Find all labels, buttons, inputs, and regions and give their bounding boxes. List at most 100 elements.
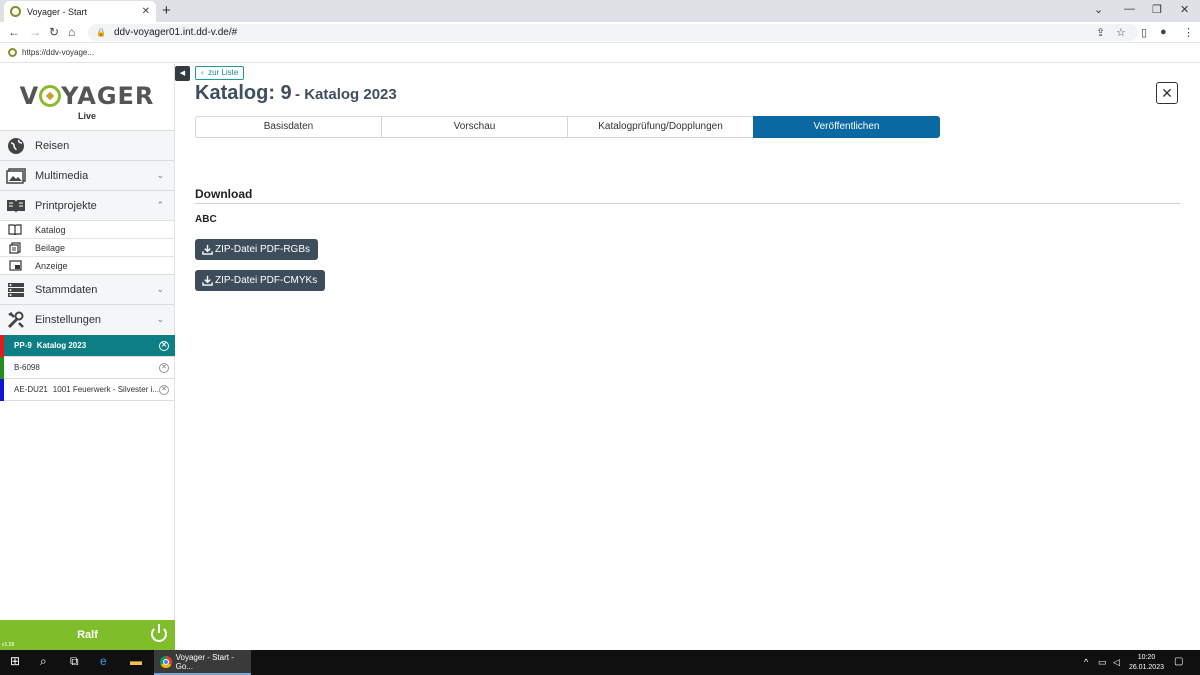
notification-icon[interactable]: ▢ xyxy=(1174,656,1183,667)
taskbar: ⊞ ⌕ ⧉ e ▬ Voyager - Start - Go... ^ ▭ ◁ … xyxy=(0,650,1200,675)
browser-tab-strip: Voyager - Start ✕ + ⌄ — ❐ ✕ xyxy=(0,0,1200,22)
back-to-list-label: zur Liste xyxy=(208,68,239,77)
sidebar-item-label: Reisen xyxy=(35,139,70,152)
sidebar-subitem-label: Anzeige xyxy=(35,260,68,271)
forward-arrow-icon[interactable]: → xyxy=(29,25,41,39)
page-title: Katalog: 9 - Katalog 2023 xyxy=(195,82,397,105)
open-item-code: B-6098 xyxy=(14,363,40,372)
sidebar-item-multimedia[interactable]: Multimedia ⌄ xyxy=(0,160,174,190)
url-field[interactable]: 🔒 ddv-voyager01.int.dd-v.de/# xyxy=(88,24,1138,41)
download-heading: Download xyxy=(195,187,1180,204)
tools-icon xyxy=(6,311,26,329)
minimize-icon[interactable]: — xyxy=(1124,3,1135,15)
version-label: v1.58 xyxy=(2,642,15,648)
chevron-down-icon: ⌄ xyxy=(156,170,164,180)
globe-icon xyxy=(6,137,26,155)
sidebar: V YAGER Live Reisen Multimedia ⌄ Printpro… xyxy=(0,64,175,650)
logo-subtitle: Live xyxy=(77,111,96,121)
side-panel-icon[interactable]: ▯ xyxy=(1141,26,1147,39)
lock-icon: 🔒 xyxy=(96,28,106,37)
database-icon xyxy=(6,281,26,299)
tab-basisdaten[interactable]: Basisdaten xyxy=(195,116,382,138)
group-label: ABC xyxy=(195,214,217,225)
chrome-taskbar-button[interactable]: Voyager - Start - Go... xyxy=(154,650,251,675)
user-bar: Ralf xyxy=(0,620,175,650)
window-close-icon[interactable]: ✕ xyxy=(1180,3,1189,16)
download-cmyk-button[interactable]: ZIP-Datei PDF-CMYKs xyxy=(195,270,326,291)
power-icon[interactable] xyxy=(151,624,167,642)
volume-icon[interactable]: ◁ xyxy=(1113,657,1120,668)
back-to-list-button[interactable]: ‹ zur Liste xyxy=(195,66,245,80)
color-marker xyxy=(0,379,4,401)
profile-icon[interactable]: ● xyxy=(1160,26,1167,38)
sidebar-subitem-katalog[interactable]: Katalog xyxy=(0,220,174,238)
download-rgb-button[interactable]: ZIP-Datei PDF-RGBs xyxy=(195,239,319,260)
bookmark-favicon-icon xyxy=(8,48,17,57)
close-circle-icon[interactable]: ✕ xyxy=(159,341,169,351)
chrome-icon xyxy=(160,655,172,668)
open-item-name: Katalog 2023 xyxy=(36,341,87,350)
restore-icon[interactable]: ❐ xyxy=(1152,3,1162,16)
sidebar-item-stammdaten[interactable]: Stammdaten ⌄ xyxy=(0,274,174,304)
images-icon xyxy=(6,167,26,185)
browser-tab[interactable]: Voyager - Start ✕ xyxy=(4,1,156,22)
sidebar-item-printprojekte[interactable]: Printprojekte ⌃ xyxy=(0,190,174,220)
sidebar-item-reisen[interactable]: Reisen xyxy=(0,130,174,160)
book-icon xyxy=(6,197,26,215)
bookmark-star-icon[interactable]: ☆ xyxy=(1116,26,1126,39)
reload-icon[interactable]: ↻ xyxy=(49,25,59,39)
open-item-aedu21[interactable]: AE-DU21 1001 Feuerwerk - Silvester i... … xyxy=(0,379,175,401)
sidebar-item-einstellungen[interactable]: Einstellungen ⌄ xyxy=(0,304,174,334)
color-marker xyxy=(0,357,4,379)
close-circle-icon[interactable]: ✕ xyxy=(159,363,169,373)
open-item-b6098[interactable]: B-6098 ✕ xyxy=(0,357,175,379)
open-item-pp9[interactable]: PP-9 Katalog 2023 ✕ xyxy=(0,335,175,357)
open-item-name: 1001 Feuerwerk - Silvester i... xyxy=(52,385,160,394)
home-icon[interactable]: ⌂ xyxy=(68,25,75,39)
color-marker xyxy=(0,335,4,357)
sidebar-subitem-anzeige[interactable]: Anzeige xyxy=(0,256,174,274)
collapse-sidebar-button[interactable]: ◀ xyxy=(175,66,190,81)
voyager-logo: V YAGER Live xyxy=(0,64,174,130)
sidebar-subitem-beilage[interactable]: Beilage xyxy=(0,238,174,256)
tray-chevron-icon[interactable]: ^ xyxy=(1084,657,1088,667)
picture-in-picture-icon xyxy=(8,260,22,272)
tab-veroeffentlichen[interactable]: Veröffentlichen xyxy=(753,116,940,138)
file-explorer-icon[interactable]: ▬ xyxy=(130,654,142,668)
back-arrow-icon[interactable]: ← xyxy=(8,25,20,39)
main-content: ◀ ‹ zur Liste Katalog: 9 - Katalog 2023 … xyxy=(175,64,1200,650)
search-icon[interactable]: ⌕ xyxy=(40,654,47,669)
sidebar-item-label: Stammdaten xyxy=(35,283,98,296)
edge-icon[interactable]: e xyxy=(100,654,107,668)
network-icon[interactable]: ▭ xyxy=(1098,657,1107,668)
sidebar-subitem-label: Katalog xyxy=(35,224,66,235)
browser-tab-title: Voyager - Start xyxy=(27,6,88,17)
new-tab-icon[interactable]: + xyxy=(162,2,171,19)
close-circle-icon[interactable]: ✕ xyxy=(159,385,169,395)
taskbar-app-label: Voyager - Start - Go... xyxy=(175,652,234,671)
bookmark-link[interactable]: https://ddv-voyage... xyxy=(22,48,94,57)
bookmarks-bar: https://ddv-voyage... xyxy=(0,43,1200,63)
url-text: ddv-voyager01.int.dd-v.de/# xyxy=(113,27,238,38)
browser-menu-icon[interactable]: ⋮ xyxy=(1183,26,1194,39)
user-name: Ralf xyxy=(77,629,98,641)
tab-vorschau[interactable]: Vorschau xyxy=(381,116,568,138)
site-favicon-icon xyxy=(10,6,21,17)
share-icon[interactable]: ⇪ xyxy=(1096,26,1105,39)
open-item-code: PP-9 xyxy=(14,341,32,350)
task-view-icon[interactable]: ⧉ xyxy=(70,654,79,669)
copy-icon xyxy=(8,241,22,254)
open-item-code: AE-DU21 xyxy=(14,385,48,394)
clock-time: 10:20 xyxy=(1137,654,1156,661)
close-tab-icon[interactable]: ✕ xyxy=(142,6,150,17)
tab-katalogpruefung[interactable]: Katalogprüfung/Dopplungen xyxy=(567,116,754,138)
chevron-down-icon: ⌄ xyxy=(156,284,164,294)
clock[interactable]: 10:20 26.01.2023 xyxy=(1129,653,1164,673)
download-rgb-label: ZIP-Datei PDF-RGBs xyxy=(215,244,311,255)
clock-date: 26.01.2023 xyxy=(1128,664,1164,671)
close-button[interactable]: ✕ xyxy=(1156,82,1178,104)
tab-search-icon[interactable]: ⌄ xyxy=(1094,3,1103,16)
open-items-list: PP-9 Katalog 2023 ✕ B-6098 ✕ AE-DU21 100… xyxy=(0,335,175,401)
chevron-up-icon: ⌃ xyxy=(156,200,164,210)
windows-start-icon[interactable]: ⊞ xyxy=(10,654,20,668)
